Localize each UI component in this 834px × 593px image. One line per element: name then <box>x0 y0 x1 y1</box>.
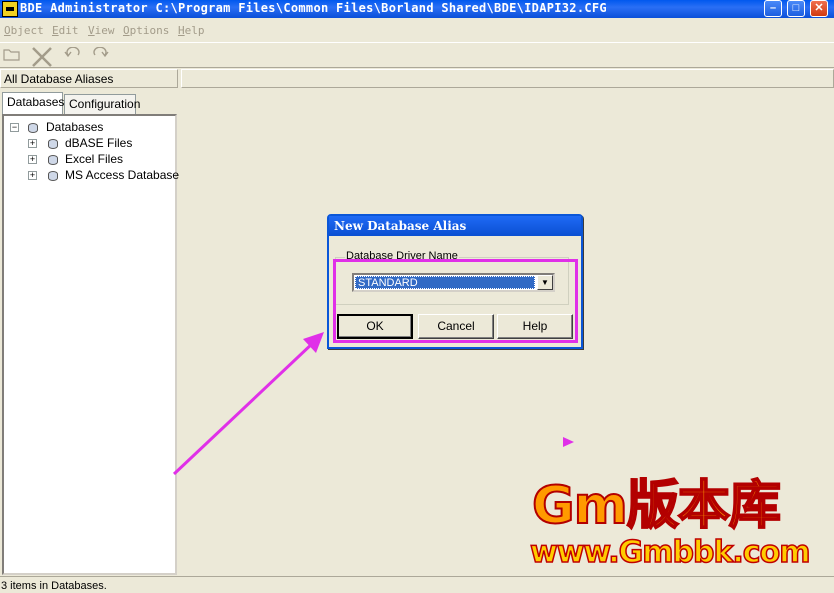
collapse-icon[interactable]: − <box>10 123 19 132</box>
expand-icon[interactable]: + <box>28 155 37 164</box>
undo-icon[interactable] <box>63 46 83 65</box>
expand-icon[interactable]: + <box>28 171 37 180</box>
tree-label-ms-access: MS Access Database <box>65 168 180 182</box>
minimize-button[interactable]: – <box>764 0 782 17</box>
menu-help[interactable]: Help <box>178 24 205 37</box>
expand-icon[interactable]: + <box>28 139 37 148</box>
annotation-highlight-box <box>333 259 578 343</box>
watermark-url: www.Gmbbk.com <box>529 535 811 571</box>
dialog-title[interactable]: New Database Alias <box>329 216 581 236</box>
open-icon[interactable] <box>2 47 22 65</box>
menu-options[interactable]: Options <box>123 24 169 37</box>
watermark: Gm版本库 www.Gmbbk.com <box>529 476 830 578</box>
database-icon <box>46 137 60 150</box>
menu-object[interactable]: Object <box>4 24 44 37</box>
database-icon <box>46 169 60 182</box>
close-button[interactable]: ✕ <box>810 0 828 17</box>
window-title: BDE Administrator C:\Program Files\Commo… <box>20 1 607 15</box>
toolbar <box>0 42 834 68</box>
tree-item-databases[interactable]: − Databases <box>8 120 168 136</box>
tree-label-dbase: dBASE Files <box>65 136 133 150</box>
tab-databases[interactable]: Databases <box>2 92 64 114</box>
database-icon <box>46 153 60 166</box>
tree-item-ms-access[interactable]: + MS Access Database <box>8 168 180 184</box>
tree-label-excel: Excel Files <box>65 152 124 166</box>
tree-label-databases: Databases <box>46 120 104 134</box>
bde-administrator-window: BDE Administrator C:\Program Files\Commo… <box>0 0 834 593</box>
databases-icon <box>26 121 40 134</box>
status-text: 3 items in Databases. <box>1 580 107 592</box>
tree-item-excel[interactable]: + Excel Files <box>8 152 173 168</box>
database-tree[interactable]: − Databases + dBASE Files + Excel Files … <box>2 114 180 575</box>
status-bar: 3 items in Databases. <box>0 576 834 593</box>
definition-header <box>181 69 834 88</box>
tab-configuration[interactable]: Configuration <box>64 94 140 114</box>
menu-bar: Object Edit View Options Help <box>0 22 834 40</box>
delete-icon[interactable] <box>31 47 52 67</box>
alias-header: All Database Aliases <box>0 69 178 88</box>
app-icon <box>2 1 18 17</box>
watermark-logo: Gm版本库 <box>531 476 782 536</box>
maximize-button[interactable]: □ <box>787 0 805 17</box>
redo-icon[interactable] <box>90 46 110 65</box>
menu-edit[interactable]: Edit <box>52 24 79 37</box>
menu-view[interactable]: View <box>88 24 115 37</box>
title-bar[interactable]: BDE Administrator C:\Program Files\Commo… <box>0 0 834 18</box>
tree-item-dbase[interactable]: + dBASE Files <box>8 136 173 152</box>
